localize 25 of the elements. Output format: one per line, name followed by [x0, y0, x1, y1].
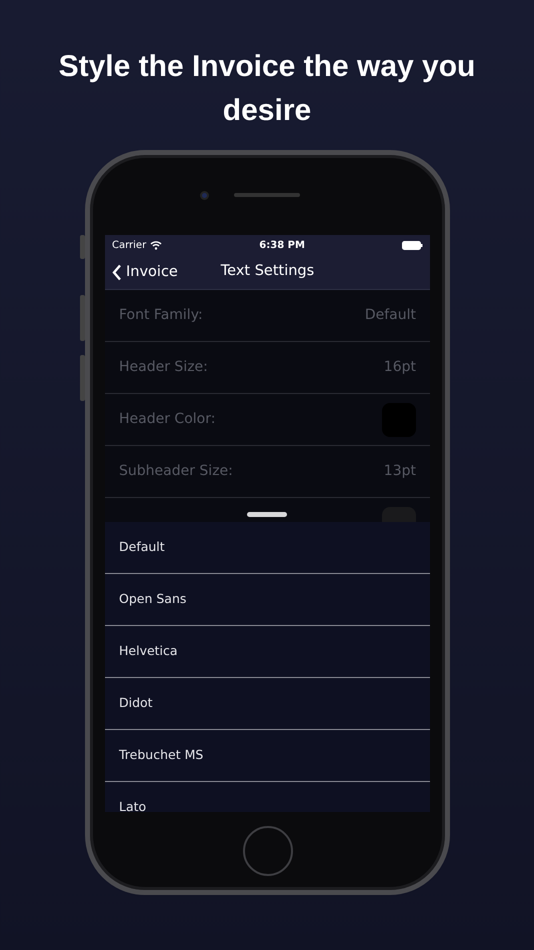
- screen-title: Text Settings: [220, 262, 314, 282]
- font-option[interactable]: Didot: [105, 678, 430, 730]
- sheet-grabber[interactable]: [247, 512, 287, 517]
- setting-label: Header Color:: [119, 410, 216, 429]
- back-button[interactable]: Invoice: [112, 262, 178, 284]
- wifi-icon: [150, 240, 162, 250]
- setting-label: Subheader Size:: [119, 462, 233, 481]
- side-button[interactable]: [80, 295, 85, 341]
- home-button[interactable]: [242, 826, 292, 876]
- headline: Style the Invoice the way you desire: [58, 49, 476, 129]
- camera-icon: [200, 191, 209, 200]
- side-button[interactable]: [80, 355, 85, 401]
- font-option[interactable]: Open Sans: [105, 574, 430, 626]
- font-option[interactable]: Lato: [105, 782, 430, 812]
- back-chevron-icon: [112, 264, 122, 282]
- font-option[interactable]: Helvetica: [105, 626, 430, 678]
- side-button[interactable]: [80, 235, 85, 259]
- carrier-label: Carrier: [112, 238, 146, 252]
- speaker-grille: [234, 193, 300, 197]
- setting-label: Header Size:: [119, 358, 208, 377]
- setting-label: Font Family:: [119, 306, 203, 325]
- battery-icon: [402, 240, 423, 250]
- font-option[interactable]: Default: [105, 522, 430, 574]
- status-time: 6:38 PM: [259, 238, 305, 252]
- font-option[interactable]: Trebuchet MS: [105, 730, 430, 782]
